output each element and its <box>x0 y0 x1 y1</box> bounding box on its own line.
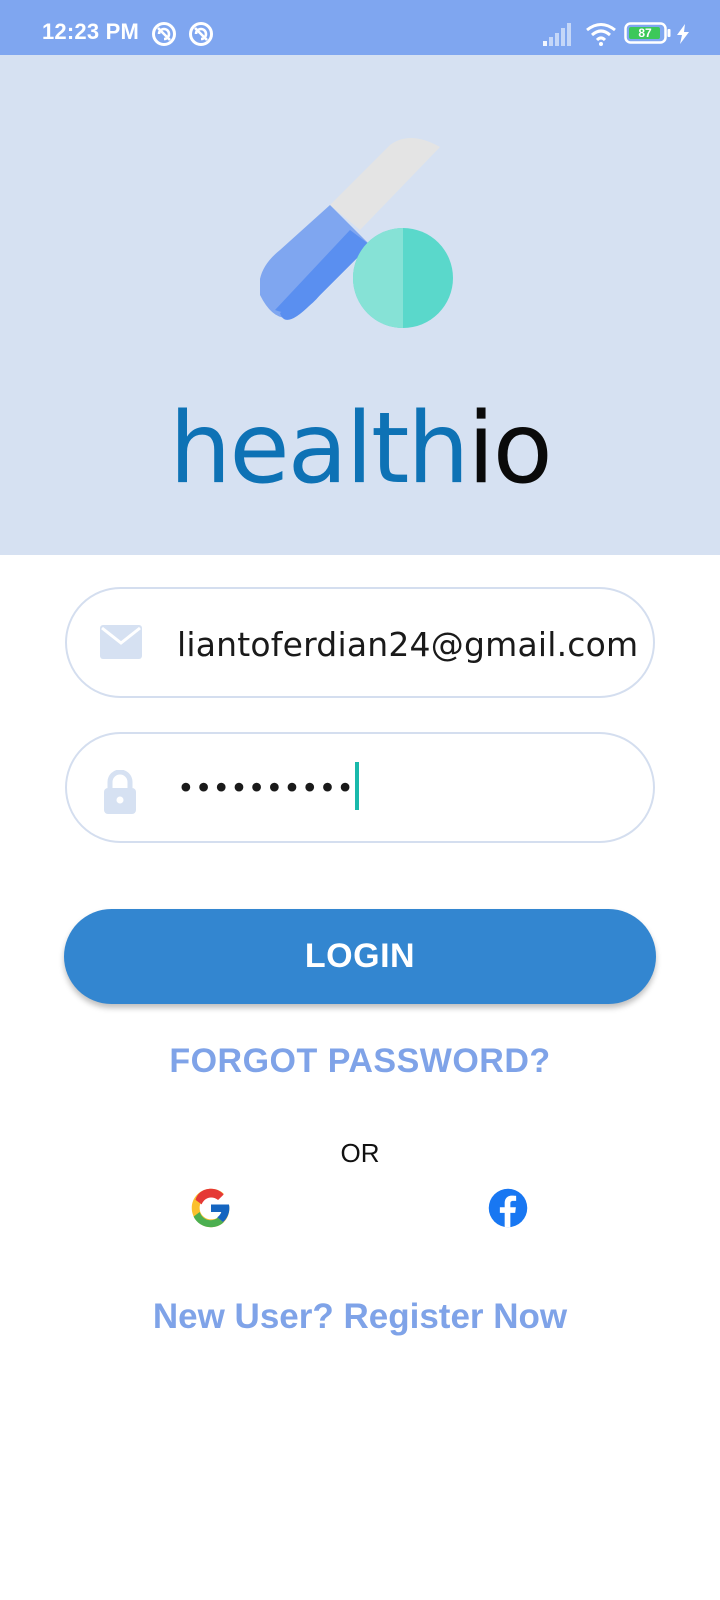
brand-part-health: health <box>169 392 469 506</box>
notification-icon <box>188 21 214 52</box>
header-banner: healthio <box>0 55 720 555</box>
password-mask: •••••••••• <box>177 771 354 807</box>
brand-wordmark: healthio <box>0 400 720 498</box>
facebook-icon <box>488 1188 528 1228</box>
notification-icon <box>151 21 177 52</box>
pill-logo-icon <box>260 137 453 328</box>
signal-icon <box>543 22 573 51</box>
status-time: 12:23 PM <box>42 19 139 44</box>
password-field[interactable]: •••••••••• <box>65 732 655 843</box>
lock-icon <box>100 769 140 819</box>
register-link[interactable]: New User? Register Now <box>0 1297 720 1337</box>
wifi-icon <box>585 22 617 51</box>
email-value: liantoferdian24@gmail.com <box>177 625 639 664</box>
google-icon <box>191 1188 230 1228</box>
battery-icon: 87 <box>624 22 672 49</box>
or-divider-text: OR <box>340 1138 380 1168</box>
password-value: •••••••••• <box>177 762 359 814</box>
forgot-password-link[interactable]: FORGOT PASSWORD? <box>0 1042 720 1081</box>
brand-part-io: io <box>467 392 553 506</box>
mail-icon <box>100 625 142 664</box>
status-bar: 12:23 PM 87 <box>0 0 720 55</box>
battery-level: 87 <box>638 26 652 40</box>
text-caret <box>354 762 359 810</box>
email-field[interactable]: liantoferdian24@gmail.com <box>65 587 655 698</box>
charging-icon <box>676 24 690 49</box>
facebook-login-button[interactable] <box>487 1187 529 1229</box>
google-login-button[interactable] <box>190 1187 232 1229</box>
login-button[interactable]: LOGIN <box>64 909 656 1004</box>
